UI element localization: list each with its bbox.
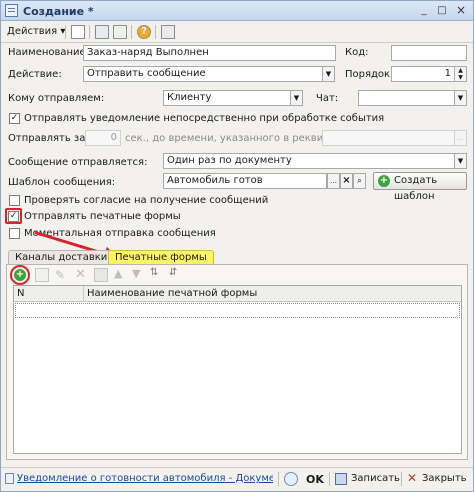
move-up-icon[interactable]: ▲ bbox=[114, 267, 122, 280]
window-title: Создание * bbox=[23, 5, 94, 18]
instant-send-checkbox[interactable] bbox=[9, 228, 20, 239]
search-icon[interactable]: ⌕ bbox=[353, 173, 366, 189]
status-divider bbox=[278, 472, 279, 486]
order-label: Порядок: bbox=[345, 69, 394, 80]
recipient-label: Кому отправляем: bbox=[8, 93, 105, 104]
mark-icon[interactable] bbox=[94, 268, 108, 282]
tab-print-forms[interactable]: Печатные формы bbox=[108, 250, 214, 265]
help-icon[interactable]: ? bbox=[137, 25, 151, 39]
status-bar: Уведомление о готовности автомобиля - До… bbox=[1, 467, 473, 491]
name-label: Наименование: bbox=[8, 47, 90, 58]
send-print-forms-checkbox[interactable]: ✓ bbox=[8, 211, 19, 222]
stepper-icon[interactable]: ▲ ▼ bbox=[454, 66, 467, 82]
toolbar-divider bbox=[89, 25, 90, 39]
globe-icon[interactable] bbox=[284, 472, 298, 486]
title-bar: Создание * _ □ × bbox=[1, 1, 473, 21]
form-icon bbox=[5, 4, 18, 17]
document-icon bbox=[5, 473, 14, 484]
add-icon[interactable]: + bbox=[14, 269, 26, 281]
send-in-field[interactable]: 0 bbox=[85, 130, 121, 146]
chat-select[interactable] bbox=[358, 90, 455, 106]
column-header-name[interactable]: Наименование печатной формы bbox=[84, 286, 461, 302]
delete-icon[interactable]: ✕ bbox=[75, 267, 86, 282]
close-icon: ✕ bbox=[407, 471, 418, 485]
chat-label: Чат: bbox=[316, 93, 339, 104]
template-label: Шаблон сообщения: bbox=[8, 177, 116, 188]
order-field[interactable]: 1 bbox=[391, 66, 455, 82]
save-button[interactable]: Записать bbox=[351, 473, 400, 484]
toolbar-divider bbox=[131, 25, 132, 39]
name-field[interactable]: Заказ-наряд Выполнен bbox=[83, 45, 336, 61]
save-icon bbox=[335, 473, 347, 485]
action-select[interactable]: Отправить сообщение bbox=[83, 66, 323, 82]
move-down-icon[interactable]: ▼ bbox=[132, 267, 140, 280]
ellipsis-icon[interactable]: … bbox=[327, 173, 340, 189]
status-divider bbox=[329, 472, 330, 486]
sent-select[interactable]: Один раз по документу bbox=[163, 153, 455, 169]
check-consent-checkbox[interactable] bbox=[9, 195, 20, 206]
status-divider bbox=[401, 472, 402, 486]
clear-icon[interactable]: × bbox=[340, 173, 353, 189]
close-icon[interactable]: × bbox=[454, 4, 468, 17]
recipient-select[interactable]: Клиенту bbox=[163, 90, 291, 106]
create-template-label: Создать шаблон bbox=[394, 175, 438, 202]
send-in-suffix: сек., до времени, указанного в реквизите bbox=[125, 133, 347, 144]
template-field[interactable]: Автомобиль готов bbox=[163, 173, 327, 189]
minimize-icon[interactable]: _ bbox=[417, 4, 431, 17]
column-header-n[interactable]: N bbox=[14, 286, 84, 302]
chevron-down-icon[interactable]: ▼ bbox=[454, 153, 467, 169]
send-print-forms-label: Отправлять печатные формы bbox=[24, 211, 181, 222]
ok-button[interactable]: OK bbox=[306, 473, 324, 486]
notify-label: Отправлять уведомление непосредственно п… bbox=[24, 113, 385, 124]
maximize-icon[interactable]: □ bbox=[435, 4, 449, 17]
save-icon[interactable] bbox=[71, 25, 85, 39]
actions-menu[interactable]: Действия ▾ bbox=[7, 24, 65, 40]
sort-asc-icon[interactable]: ⇅ bbox=[150, 267, 158, 278]
document-link[interactable]: Уведомление о готовности автомобиля - До… bbox=[17, 473, 273, 484]
info-icon[interactable] bbox=[161, 25, 175, 39]
code-field[interactable] bbox=[391, 45, 467, 61]
tab-delivery-channels[interactable]: Каналы доставки bbox=[8, 250, 115, 265]
create-template-button[interactable]: + Создать шаблон bbox=[373, 172, 467, 202]
edit-icon[interactable]: ✎ bbox=[55, 268, 65, 282]
copy-row-icon[interactable] bbox=[35, 268, 49, 282]
chevron-down-icon[interactable]: ▼ bbox=[290, 90, 303, 106]
sent-label: Сообщение отправляется: bbox=[8, 157, 148, 168]
ellipsis-icon[interactable]: … bbox=[454, 130, 467, 146]
chevron-down-icon[interactable]: ▼ bbox=[454, 90, 467, 106]
toolbar-divider bbox=[155, 25, 156, 39]
code-label: Код: bbox=[345, 47, 369, 58]
list-icon[interactable] bbox=[95, 25, 109, 39]
close-button[interactable]: Закрыть bbox=[422, 473, 467, 484]
dialog-window: Создание * _ □ × Действия ▾ ? Наименован… bbox=[0, 0, 474, 492]
print-forms-table[interactable]: N Наименование печатной формы bbox=[13, 285, 462, 454]
notify-checkbox[interactable]: ✓ bbox=[9, 113, 20, 124]
plus-icon: + bbox=[378, 175, 390, 187]
requisite-select[interactable] bbox=[322, 130, 455, 146]
copy-icon[interactable] bbox=[113, 25, 127, 39]
send-in-label: Отправлять за bbox=[8, 133, 86, 144]
action-label: Действие: bbox=[8, 69, 62, 80]
chevron-down-icon[interactable]: ▼ bbox=[322, 66, 335, 82]
toolbar-divider bbox=[65, 25, 66, 39]
table-row[interactable] bbox=[15, 303, 460, 318]
toolbar: Действия ▾ ? bbox=[1, 21, 473, 43]
check-consent-label: Проверять согласие на получение сообщени… bbox=[24, 195, 269, 206]
sort-desc-icon[interactable]: ⇵ bbox=[169, 267, 177, 278]
